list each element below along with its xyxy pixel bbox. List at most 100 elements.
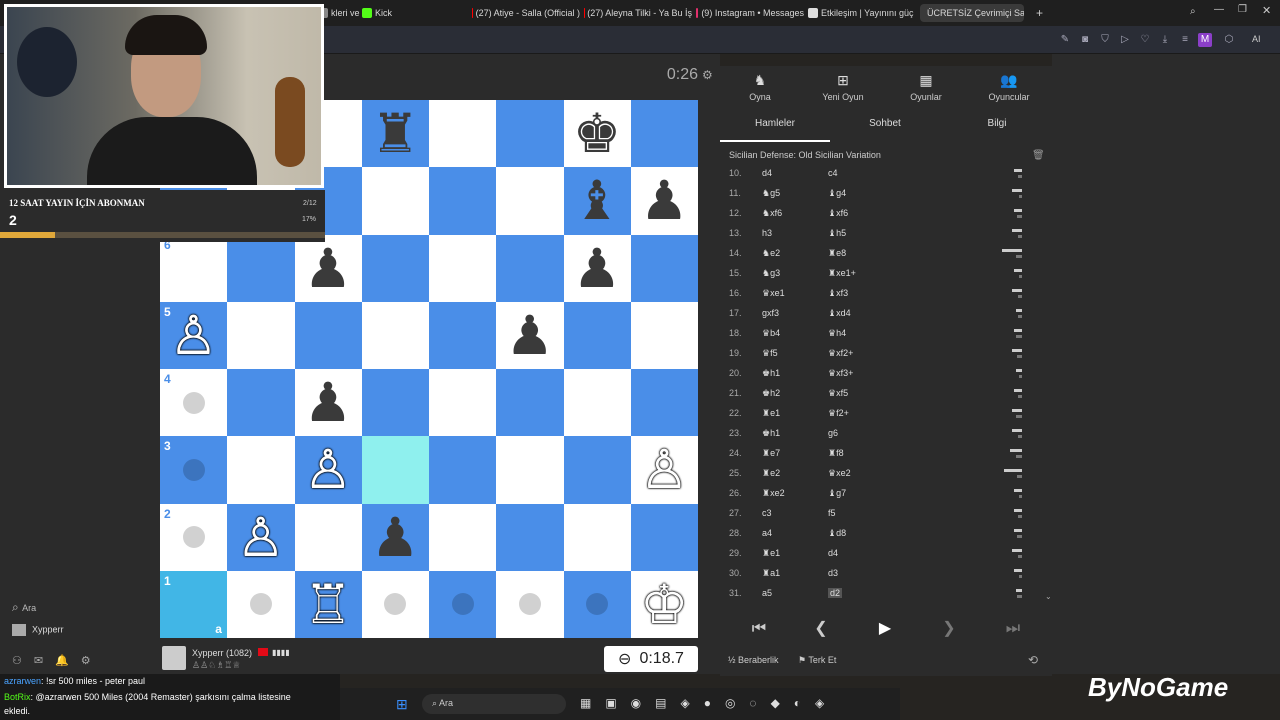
white-move[interactable]: c3: [762, 508, 772, 518]
board-square-g5[interactable]: [563, 301, 631, 369]
white-move[interactable]: gxf3: [762, 308, 779, 318]
panel-tab-oyuncular[interactable]: 👥 Oyuncular: [969, 72, 1049, 102]
white-move[interactable]: ♞xf6: [762, 208, 782, 219]
white-move[interactable]: a5: [762, 588, 772, 598]
white-pawn-icon[interactable]: ♙: [227, 504, 294, 571]
black-move[interactable]: ♝xf3: [828, 288, 848, 299]
subtab-hamleler[interactable]: Hamleler: [725, 118, 825, 129]
settings-gear-icon[interactable]: ⚙: [702, 68, 713, 82]
white-move[interactable]: ♚h1: [762, 428, 780, 439]
white-move[interactable]: ♛b4: [762, 328, 780, 339]
black-move[interactable]: g6: [828, 428, 838, 438]
white-move[interactable]: ♞g3: [762, 268, 780, 279]
white-move[interactable]: ♜e1: [762, 408, 780, 419]
edit-icon[interactable]: ✎: [1058, 33, 1072, 47]
black-move[interactable]: ♛xf5: [828, 388, 848, 399]
black-move[interactable]: ♝xd4: [828, 308, 851, 319]
black-move[interactable]: ♜e8: [828, 248, 846, 259]
play-icon[interactable]: ▷: [1118, 33, 1132, 47]
board-square-d6[interactable]: [361, 234, 429, 302]
board-square-d5[interactable]: [361, 301, 429, 369]
panel-tab-oyunlar[interactable]: ▦ Oyunlar: [886, 72, 966, 102]
board-square-c5[interactable]: [294, 301, 362, 369]
white-pawn-icon[interactable]: ♙: [631, 436, 698, 503]
camera-icon[interactable]: ◙: [1078, 33, 1092, 47]
maximize-button[interactable]: ❐: [1238, 4, 1247, 15]
board-square-h2[interactable]: [630, 503, 698, 571]
white-move[interactable]: ♜e1: [762, 548, 780, 559]
white-move[interactable]: ♜xe2: [762, 488, 785, 499]
windows-start-icon[interactable]: ⊞: [396, 696, 408, 713]
next-move-button[interactable]: ▶: [854, 618, 916, 640]
panel-tab-oyna[interactable]: ♞ Oyna: [720, 72, 800, 102]
board-square-e5[interactable]: [429, 301, 497, 369]
prev-move-button[interactable]: ❮: [790, 618, 852, 640]
black-move[interactable]: d3: [828, 568, 838, 578]
black-move[interactable]: ♛xf2+: [828, 348, 853, 359]
white-move[interactable]: d4: [762, 168, 772, 178]
browser-tab[interactable]: (27) Aleyna Tilki - Ya Bu İş: [584, 4, 692, 22]
black-bishop-icon[interactable]: ♝: [564, 167, 631, 234]
board-square-f3[interactable]: [496, 436, 564, 504]
black-move[interactable]: ♝h5: [828, 228, 846, 239]
ai-button[interactable]: AI: [1252, 34, 1261, 44]
board-square-f4[interactable]: [496, 369, 564, 437]
black-move[interactable]: ♝g4: [828, 188, 846, 199]
board-square-d4[interactable]: [361, 369, 429, 437]
board-square-h5[interactable]: [630, 301, 698, 369]
white-move[interactable]: ♜e7: [762, 448, 780, 459]
board-square-e7[interactable]: [429, 167, 497, 235]
scroll-down-icon[interactable]: ⌄: [1045, 592, 1052, 601]
next-button[interactable]: ❯: [918, 618, 980, 640]
black-move[interactable]: ♛f2+: [828, 408, 849, 419]
board-square-f8[interactable]: [496, 100, 564, 168]
black-move[interactable]: d2: [828, 588, 843, 598]
board-square-e8[interactable]: [429, 100, 497, 168]
board-square-e2[interactable]: [429, 503, 497, 571]
black-pawn-icon[interactable]: ♟: [362, 504, 429, 571]
black-move[interactable]: ♝g7: [828, 488, 846, 499]
browser-tab[interactable]: kleri ve: [318, 4, 368, 22]
search-tabs-icon[interactable]: ⌕: [1190, 6, 1196, 17]
browser-tab[interactable]: Etkileşim | Yayınını güç: [808, 4, 918, 22]
board-square-h4[interactable]: [630, 369, 698, 437]
board-square-g2[interactable]: [563, 503, 631, 571]
board-square-d7[interactable]: [361, 167, 429, 235]
sidebar-tool-icons[interactable]: ⚇✉🔔⚙: [12, 654, 103, 667]
new-tab-button[interactable]: +: [1036, 6, 1043, 20]
black-move[interactable]: ♜f8: [828, 448, 844, 459]
last-move-button[interactable]: ⏭: [982, 618, 1044, 640]
extension-icon[interactable]: ⬡: [1222, 33, 1236, 47]
board-square-f2[interactable]: [496, 503, 564, 571]
black-move[interactable]: ♛xe2: [828, 468, 851, 479]
white-move[interactable]: ♛f5: [762, 348, 778, 359]
menu-icon[interactable]: ≡: [1178, 33, 1192, 47]
black-move[interactable]: ♜xe1+: [828, 268, 856, 279]
first-move-button[interactable]: ⏮: [728, 618, 790, 640]
browser-tab[interactable]: (9) Instagram • Messages: [696, 4, 804, 22]
black-move[interactable]: ♛h4: [828, 328, 846, 339]
trash-icon[interactable]: 🗑: [1032, 150, 1045, 161]
minimize-button[interactable]: —: [1214, 4, 1224, 15]
profile-icon[interactable]: M: [1198, 33, 1212, 47]
black-pawn-icon[interactable]: ♟: [295, 369, 362, 436]
subtab-bilgi[interactable]: Bilgi: [947, 118, 1047, 129]
black-pawn-icon[interactable]: ♟: [631, 167, 698, 234]
close-window-button[interactable]: ✕: [1262, 4, 1271, 17]
black-pawn-icon[interactable]: ♟: [564, 235, 631, 302]
white-move[interactable]: a4: [762, 528, 772, 538]
board-square-f7[interactable]: [496, 167, 564, 235]
subtab-sohbet[interactable]: Sohbet: [835, 118, 935, 129]
taskbar-search[interactable]: ⌕ Ara: [422, 694, 566, 714]
black-move[interactable]: ♝d8: [828, 528, 846, 539]
board-square-e6[interactable]: [429, 234, 497, 302]
taskbar-apps[interactable]: ▦▣◉▤◈●◎◌◆◐◈: [580, 696, 838, 710]
black-move[interactable]: ♛xf3+: [828, 368, 853, 379]
panel-tab-yeni-oyun[interactable]: ⊞ Yeni Oyun: [803, 72, 883, 102]
black-move[interactable]: c4: [828, 168, 838, 178]
board-square-b5[interactable]: [227, 301, 295, 369]
white-move[interactable]: ♞g5: [762, 188, 780, 199]
browser-tab[interactable]: (27) Atiye - Salla (Official ): [472, 4, 580, 22]
board-square-f6[interactable]: [496, 234, 564, 302]
board-square-h8[interactable]: [630, 100, 698, 168]
